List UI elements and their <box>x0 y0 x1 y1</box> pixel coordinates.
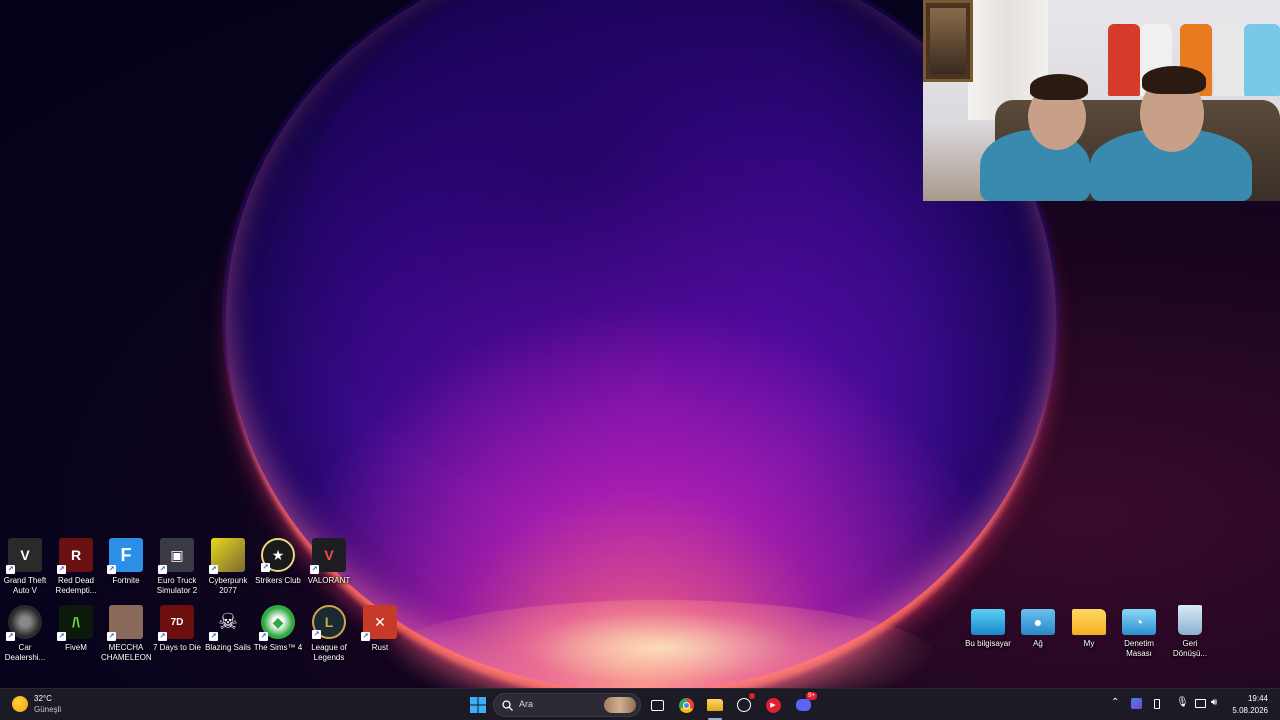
desktop-icon-label: Grand Theft Auto V <box>3 576 47 595</box>
desktop-icon-valorant[interactable]: V ↗ VALORANT <box>304 538 354 586</box>
desktop-icon-gta-v[interactable]: V ↗ Grand Theft Auto V <box>0 538 50 596</box>
taskbar-youtube-music[interactable]: ▶ <box>761 693 785 717</box>
desktop-icon-label: Denetim Masası <box>1124 639 1154 658</box>
desktop-icon-my-folder[interactable]: My <box>1064 605 1114 649</box>
webcam-person-right-hair <box>1142 66 1206 94</box>
windows-logo-icon <box>470 697 486 713</box>
desktop-icon-this-pc[interactable]: Bu bilgisayar <box>963 605 1013 649</box>
desktop-icon-label: Geri Dönüşü... <box>1172 639 1208 658</box>
desktop-icon-label: The Sims™ 4 <box>253 643 303 652</box>
desktop-icon-label: Ağ <box>1033 639 1043 648</box>
search-icon <box>502 700 513 711</box>
start-button[interactable] <box>466 693 490 717</box>
discord-icon <box>795 699 811 711</box>
usb-device-icon[interactable] <box>1154 699 1160 709</box>
desktop-icon-label: Rust <box>371 643 389 652</box>
clock-date[interactable]: 5.08.2026 <box>1226 706 1268 715</box>
gta-v-icon: V ↗ <box>6 538 42 574</box>
task-view-icon <box>650 699 664 711</box>
folder-icon <box>1072 609 1106 635</box>
fortnite-icon: F ↗ <box>107 538 143 574</box>
blazing-sails-icon: ☠ ↗ <box>209 609 238 641</box>
search-placeholder: Ara <box>519 699 534 709</box>
desktop-icon-sims-4[interactable]: ◆ ↗ The Sims™ 4 <box>253 605 303 653</box>
desktop-icon-network[interactable]: ● Ağ <box>1013 605 1063 649</box>
desktop-icon-euro-truck[interactable]: ▣ ↗ Euro Truck Simulator 2 <box>152 538 202 596</box>
desktop-icon-fivem[interactable]: /\ ↗ FiveM <box>51 605 101 653</box>
desktop-icon-cyberpunk[interactable]: ↗ Cyberpunk 2077 <box>203 538 253 596</box>
fivem-icon: /\ ↗ <box>57 605 93 641</box>
desktop-icon-label: Fortnite <box>112 576 140 585</box>
webcam-jersey <box>1108 24 1140 96</box>
search-highlight-image <box>604 697 636 713</box>
desktop-icon-blazing-sails[interactable]: ☠ ↗ Blazing Sails <box>203 605 253 653</box>
valorant-icon: V ↗ <box>310 538 346 574</box>
meccha-chameleon-icon: ↗ <box>107 605 143 641</box>
weather-sun-icon[interactable] <box>12 696 28 712</box>
desktop-icon-label: VALORANT <box>307 576 351 585</box>
weather-temperature[interactable]: 32°C <box>34 694 52 703</box>
desktop-icon-7-days-to-die[interactable]: 7D ↗ 7 Days to Die <box>152 605 202 653</box>
this-pc-icon <box>971 609 1005 635</box>
task-view-button[interactable] <box>645 693 669 717</box>
webcam-jersey <box>1244 24 1280 96</box>
network-monitor-icon[interactable] <box>1195 699 1206 708</box>
discord-badge: 9+ <box>806 692 817 700</box>
desktop-icon-label: FiveM <box>65 643 87 652</box>
desktop-icon-label: Car Dealershi... <box>4 643 46 662</box>
desktop-icon-red-dead[interactable]: R ↗ Red Dead Redempti... <box>51 538 101 596</box>
red-dead-icon: R ↗ <box>57 538 93 574</box>
desktop-icon-label: Blazing Sails <box>205 643 251 652</box>
desktop-icon-label: MECCHA CHAMELEON <box>101 643 152 662</box>
desktop-icon-label: League of Legends <box>311 643 347 662</box>
desktop-icon-label: Cyberpunk 2077 <box>208 576 248 595</box>
notification-dot-icon <box>749 693 755 699</box>
desktop-icon-label: 7 Days to Die <box>152 643 202 652</box>
recycle-bin-icon <box>1178 605 1202 635</box>
cyberpunk-icon: ↗ <box>209 538 245 574</box>
desktop-icon-league-of-legends[interactable]: L ↗ League of Legends <box>304 605 354 663</box>
clock-time[interactable]: 19:44 <box>1231 694 1268 703</box>
desktop-icon-car-dealership[interactable]: ↗ Car Dealershi... <box>0 605 50 663</box>
network-icon: ● <box>1021 609 1055 635</box>
taskbar: 32°C Güneşli Ara ▶ 9+ ⌃ 🎙︎ 🔊︎ 19:44 5.08… <box>0 688 1280 720</box>
sims-4-icon: ◆ ↗ <box>259 605 295 641</box>
rust-icon: ✕ ↗ <box>361 605 397 641</box>
file-explorer-icon <box>707 699 723 711</box>
weather-description[interactable]: Güneşli <box>34 705 61 714</box>
webcam-jersey <box>1214 24 1246 96</box>
desktop-icon-label: Red Dead Redempti... <box>55 576 97 595</box>
taskbar-steam[interactable] <box>732 693 756 717</box>
taskbar-discord[interactable]: 9+ <box>791 692 817 717</box>
desktop-icon-control-panel[interactable]: ◔ Denetim Masası <box>1114 605 1164 659</box>
desktop-icon-recycle-bin[interactable]: Geri Dönüşü... <box>1165 605 1215 659</box>
taskbar-search[interactable]: Ara <box>493 693 641 717</box>
desktop-icon-meccha-chameleon[interactable]: ↗ MECCHA CHAMELEON <box>101 605 152 663</box>
taskbar-file-explorer[interactable] <box>703 693 727 717</box>
7-days-to-die-icon: 7D ↗ <box>158 605 194 641</box>
desktop-icon-label: Bu bilgisayar <box>965 639 1011 648</box>
microphone-icon[interactable]: 🎙︎ <box>1176 697 1189 708</box>
desktop-icon-label: Strikers Club <box>255 576 301 585</box>
webcam-person-left-hair <box>1030 74 1088 100</box>
webcam-portrait <box>930 8 966 74</box>
desktop-icon-strikers-club[interactable]: ★ ↗ Strikers Club <box>253 538 303 586</box>
strikers-club-icon: ★ ↗ <box>261 538 295 572</box>
desktop-icon-fortnite[interactable]: F ↗ Fortnite <box>101 538 151 586</box>
league-of-legends-icon: L ↗ <box>312 605 346 639</box>
volume-icon[interactable]: 🔊︎ <box>1211 697 1217 708</box>
security-shield-icon[interactable] <box>1131 698 1142 709</box>
car-dealership-icon: ↗ <box>6 605 42 641</box>
steam-icon <box>737 698 751 712</box>
desktop-icon-label: Euro Truck Simulator 2 <box>156 576 198 595</box>
control-panel-icon: ◔ <box>1122 609 1156 635</box>
show-hidden-icons-chevron-up-icon[interactable]: ⌃ <box>1111 697 1119 708</box>
desktop-icon-label: My <box>1083 639 1095 648</box>
desktop-icon-rust[interactable]: ✕ ↗ Rust <box>355 605 405 653</box>
taskbar-chrome[interactable] <box>674 693 698 717</box>
youtube-music-icon: ▶ <box>765 697 781 713</box>
euro-truck-icon: ▣ ↗ <box>158 538 194 574</box>
chrome-icon <box>678 697 694 713</box>
